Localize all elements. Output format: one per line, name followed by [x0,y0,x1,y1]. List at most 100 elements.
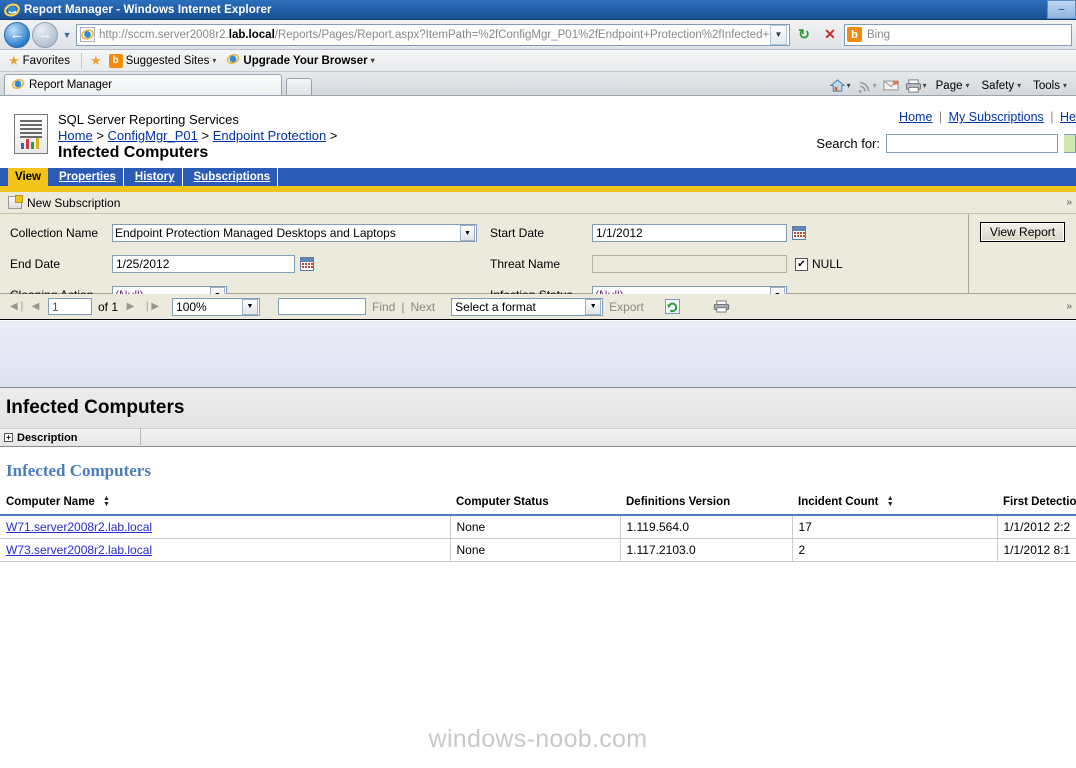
top-link-home[interactable]: Home [899,110,932,124]
chevron-down-icon[interactable]: ▼ [585,298,602,315]
command-menu-tools[interactable]: Tools ▾ [1028,79,1072,93]
cell-incident-count: 17 [791,515,997,540]
chevron-down-icon[interactable]: ▾ [923,81,927,90]
view-report-button[interactable]: View Report [979,222,1066,242]
url-scheme-host: http://sccm.server2008r2. [99,28,229,41]
star-icon: ★ [8,53,20,68]
top-link-my-subscriptions[interactable]: My Subscriptions [949,110,1044,124]
next-page-button[interactable]: ▶ [124,301,137,312]
chevron-down-icon[interactable]: ▼ [242,298,259,315]
command-menu-safety[interactable]: Safety ▾ [977,79,1027,93]
column-header-first-detection[interactable]: First Detection [997,491,1076,517]
end-date-input[interactable]: 1/25/2012 [112,255,295,273]
address-url[interactable]: http://sccm.server2008r2.lab.local/Repor… [99,29,770,41]
find-button[interactable]: Find [372,300,395,314]
browser-tab-report-manager[interactable]: Report Manager [4,74,282,95]
parameter-start-date: Start Date 1/1/2012 [490,222,960,244]
chevron-down-icon[interactable]: ▾ [873,81,877,90]
cell-computer-name: W71.server2008r2.lab.local [0,515,450,540]
calendar-icon[interactable] [792,226,806,240]
sort-icon[interactable]: ▲ ▼ [103,495,110,508]
toolbar-collapse-chevron-icon[interactable]: » [1066,301,1072,312]
command-menu-page[interactable]: Page ▾ [931,79,975,93]
print-icon[interactable] [713,298,730,315]
breadcrumb-link-endpoint-protection[interactable]: Endpoint Protection [213,128,326,143]
browser-tab-label: Report Manager [29,79,113,91]
find-input[interactable] [278,298,367,315]
cell-incident-count: 2 [791,538,997,563]
command-menu-label: Page [935,79,963,92]
column-header-incident-count[interactable]: Incident Count ▲ ▼ [792,491,997,517]
description-bar[interactable]: + Description [0,428,1076,447]
new-tab-button[interactable] [286,78,312,95]
chevron-down-icon[interactable]: ▾ [847,81,851,90]
browser-search-box[interactable]: b Bing [844,23,1072,46]
column-header-computer-name[interactable]: Computer Name ▲ ▼ [0,491,450,517]
find-next-button[interactable]: Next [410,300,435,314]
computer-name-link[interactable]: W73.server2008r2.lab.local [6,543,152,557]
feeds-icon[interactable]: ▾ [855,78,879,94]
refresh-icon[interactable] [664,298,681,315]
ie-logo-icon [4,2,20,18]
zoom-select[interactable]: 100% ▼ [172,297,261,316]
collection-name-select[interactable]: Endpoint Protection Managed Desktops and… [112,224,477,242]
tab-label[interactable]: History [135,171,175,183]
ie-icon [226,52,240,69]
threat-name-input[interactable] [592,255,787,273]
breadcrumb-link-home[interactable]: Home [58,128,93,143]
page-favicon [80,26,96,43]
favbar-item-upgrade-browser[interactable]: Upgrade Your Browser ▾ [223,51,377,70]
breadcrumb-link-configmgr[interactable]: ConfigMgr_P01 [108,128,198,143]
favorites-label: Favorites [22,54,70,67]
favbar-item-suggested-sites[interactable]: b Suggested Sites ▾ [106,53,220,69]
home-icon[interactable]: ▾ [827,77,853,94]
tab-label: View [15,171,41,183]
command-menu-label: Safety [981,79,1015,92]
tab-history[interactable]: History [127,168,183,186]
favorites-button[interactable]: ★ Favorites [5,53,73,68]
print-icon[interactable]: ▾ [903,78,929,94]
address-dropdown-icon[interactable]: ▼ [770,24,787,45]
column-header-computer-status[interactable]: Computer Status [450,491,620,517]
last-page-button[interactable]: ❘▶ [143,301,159,312]
back-button[interactable]: ← [4,21,30,48]
threat-name-null-checkbox[interactable]: ✔ [795,257,808,271]
column-header-definitions-version[interactable]: Definitions Version [620,491,792,517]
chevron-down-icon: ▾ [1017,81,1022,90]
forward-button[interactable]: → [32,21,58,48]
search-go-button[interactable] [1064,134,1076,153]
add-favorite-icon[interactable]: ★ [90,54,102,67]
new-subscription-bar[interactable]: New Subscription » [0,192,1076,214]
page-number-input[interactable]: 1 [48,298,92,315]
infected-computers-table: Computer Name ▲ ▼ Computer Status Definit… [0,491,1076,563]
ssrs-app-name: SQL Server Reporting Services [58,112,239,127]
history-dropdown-icon[interactable]: ▼ [60,30,74,40]
tab-label[interactable]: Properties [59,171,116,183]
search-input[interactable] [886,134,1058,153]
first-page-button[interactable]: ◀❘ [10,301,26,312]
window-title: Report Manager - Windows Internet Explor… [24,3,272,16]
export-format-select[interactable]: Select a format ▼ [451,297,604,316]
computer-name-link[interactable]: W71.server2008r2.lab.local [6,520,152,534]
browser-search-input[interactable]: Bing [867,29,890,41]
mail-icon[interactable] [881,78,901,93]
minimize-button[interactable]: – [1047,0,1076,19]
refresh-icon[interactable]: ↻ [792,23,816,47]
export-button[interactable]: Export [609,300,644,314]
zoom-value: 100% [176,299,207,314]
table-row: W73.server2008r2.lab.local None 1.117.21… [0,538,1076,563]
sort-icon[interactable]: ▲ ▼ [887,495,894,508]
tab-subscriptions[interactable]: Subscriptions [186,168,279,186]
collapse-chevron-icon[interactable]: » [1066,197,1072,208]
tab-view[interactable]: View [8,168,48,186]
start-date-input[interactable]: 1/1/2012 [592,224,787,242]
expand-plus-icon[interactable]: + [4,433,13,442]
chevron-down-icon[interactable]: ▼ [460,225,475,241]
calendar-icon[interactable] [300,257,314,271]
stop-icon[interactable]: ✕ [818,23,842,47]
top-link-help[interactable]: He [1060,110,1076,124]
previous-page-button[interactable]: ◀ [29,301,42,312]
tab-properties[interactable]: Properties [52,168,124,186]
tab-label[interactable]: Subscriptions [194,171,271,183]
address-bar[interactable]: http://sccm.server2008r2.lab.local/Repor… [76,23,790,46]
